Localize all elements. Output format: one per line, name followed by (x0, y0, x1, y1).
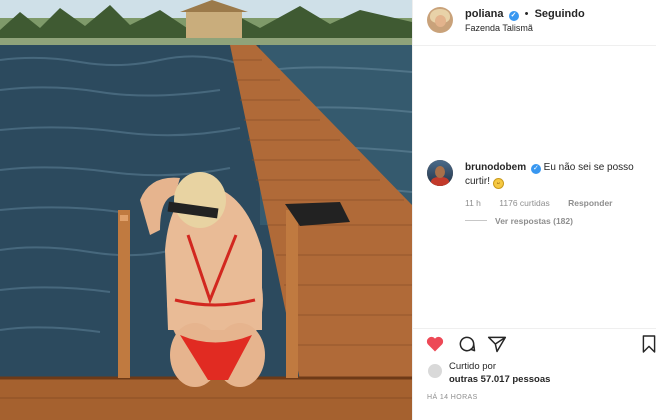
sweat-smile-emoji-icon: 😅ᵕ (492, 178, 504, 189)
bookmark-icon[interactable] (641, 334, 656, 354)
post-photo[interactable] (0, 0, 412, 420)
likes-text: Curtido por outras 57.017 pessoas (449, 360, 550, 386)
commenter-username[interactable]: brunodobem (465, 162, 526, 173)
comment-icon[interactable] (457, 334, 477, 354)
post-sidebar: poliana ✓ • Seguindo Fazenda Talismã bru… (412, 0, 656, 420)
comment-meta: 11 h 1176 curtidas Responder (465, 198, 628, 208)
verified-badge-icon: ✓ (530, 164, 541, 174)
comment-body: brunodobem ✓ Eu não sei se posso curtir!… (465, 161, 645, 189)
post-header: poliana ✓ • Seguindo Fazenda Talismã (413, 0, 656, 46)
liked-by-label: Curtido por (449, 361, 496, 372)
heart-filled-icon[interactable] (425, 334, 445, 354)
liker-avatar[interactable] (427, 363, 443, 379)
comment-likes[interactable]: 1176 curtidas (499, 198, 549, 208)
owner-username[interactable]: poliana (465, 8, 504, 20)
reply-button[interactable]: Responder (568, 198, 612, 208)
separator-dot: • (524, 8, 529, 20)
owner-avatar[interactable] (427, 7, 453, 33)
verified-badge-icon: ✓ (508, 11, 519, 21)
view-replies-button[interactable]: Ver respostas (182) (465, 216, 573, 226)
view-replies-label: Ver respostas (182) (495, 216, 573, 226)
action-bar (413, 328, 656, 358)
likes-summary: Curtido por outras 57.017 pessoas (427, 360, 656, 390)
comment-time[interactable]: 11 h (465, 198, 481, 208)
commenter-avatar[interactable] (427, 160, 453, 186)
owner-line: poliana ✓ • Seguindo (465, 8, 585, 21)
post-image (0, 0, 412, 420)
likes-count-link[interactable]: outras 57.017 pessoas (449, 373, 550, 386)
post-timestamp[interactable]: HÁ 14 HORAS (427, 394, 478, 401)
post-location[interactable]: Fazenda Talismã (465, 23, 533, 33)
replies-divider (465, 220, 487, 221)
share-icon[interactable] (487, 334, 507, 354)
follow-status-button[interactable]: Seguindo (535, 8, 585, 20)
